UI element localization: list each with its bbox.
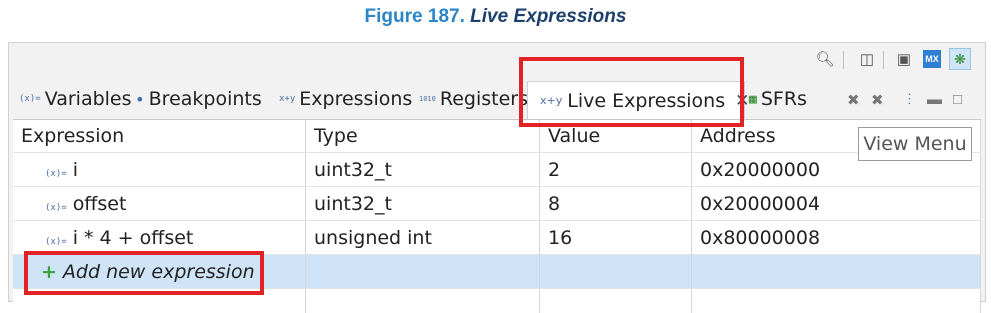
expression-cell: i * 4 + offset bbox=[72, 226, 194, 249]
figure-number: Figure 187. bbox=[364, 6, 465, 27]
close-icon[interactable]: ✕ bbox=[735, 91, 749, 111]
table-row[interactable]: (x)= i * 4 + offset unsigned int 16 0x800… bbox=[13, 220, 981, 255]
empty-row bbox=[13, 288, 981, 313]
view-menu-tooltip: View Menu bbox=[858, 127, 972, 161]
tab-live-expressions[interactable]: x+y Live Expressions ✕ bbox=[527, 81, 749, 119]
variables-icon: (x)= bbox=[19, 94, 41, 104]
table-header: Expression Type Value Address bbox=[13, 120, 981, 153]
display-icon[interactable]: ▣ bbox=[894, 49, 914, 69]
table-row[interactable]: (x)= offset uint32_t 8 0x20000004 bbox=[13, 186, 981, 221]
expression-cell: i bbox=[72, 158, 78, 181]
expressions-table-area: Expression Type Value Address (x)= i uint… bbox=[13, 119, 981, 313]
variable-icon: (x)= bbox=[45, 236, 67, 247]
mx-icon[interactable]: MX bbox=[923, 50, 941, 68]
add-new-expression-label: Add new expression bbox=[62, 260, 255, 283]
add-expression-row[interactable]: + Add new expression bbox=[13, 254, 981, 289]
remove-all-icon[interactable]: ✖︎ bbox=[871, 91, 884, 111]
column-value[interactable]: Value bbox=[539, 120, 692, 153]
tab-expressions-label: Expressions bbox=[299, 88, 413, 110]
top-toolbar: 🔍︎ ◫ ▣ MX ❋ bbox=[9, 43, 985, 77]
tab-sfrs[interactable]: ▦ SFRs bbox=[749, 85, 807, 113]
remove-icon[interactable]: ✖ bbox=[847, 91, 860, 111]
toolbar-separator bbox=[883, 51, 884, 69]
value-cell[interactable]: 16 bbox=[539, 220, 692, 255]
tab-breakpoints[interactable]: • Breakpoints bbox=[135, 85, 262, 113]
column-type[interactable]: Type bbox=[305, 120, 540, 153]
view-tabs: (x)= Variables • Breakpoints x+y Express… bbox=[9, 77, 985, 119]
address-cell: 0x80000008 bbox=[691, 220, 981, 255]
ide-panel: 🔍︎ ◫ ▣ MX ❋ (x)= Variables • Breakpoints… bbox=[8, 42, 986, 313]
view-menu-icon[interactable]: ⋮ bbox=[903, 91, 916, 111]
tab-breakpoints-label: Breakpoints bbox=[148, 88, 262, 110]
tab-variables[interactable]: (x)= Variables bbox=[19, 85, 132, 113]
figure-title: Figure 187. Live Expressions bbox=[0, 6, 991, 28]
tab-registers[interactable]: 1010 Registers bbox=[419, 85, 528, 113]
variable-icon: (x)= bbox=[45, 202, 67, 213]
breakpoints-icon: • bbox=[135, 89, 145, 109]
maximize-icon[interactable]: □ bbox=[953, 91, 962, 111]
value-cell[interactable]: 8 bbox=[539, 186, 692, 221]
tab-live-expressions-label: Live Expressions bbox=[567, 89, 726, 112]
column-expression[interactable]: Expression bbox=[13, 120, 306, 153]
type-cell: unsigned int bbox=[305, 220, 540, 255]
value-cell[interactable]: 2 bbox=[539, 152, 692, 187]
expression-cell: offset bbox=[72, 192, 127, 215]
debug-icon[interactable]: ❋ bbox=[949, 48, 971, 70]
tab-sfrs-label: SFRs bbox=[760, 88, 807, 110]
table-row[interactable]: (x)= i uint32_t 2 0x20000000 bbox=[13, 152, 981, 187]
plus-icon: + bbox=[41, 260, 57, 283]
sfrs-icon: ▦ bbox=[749, 91, 757, 107]
minimize-icon[interactable]: ▬ bbox=[927, 91, 942, 111]
tab-registers-label: Registers bbox=[439, 88, 528, 110]
tab-expressions[interactable]: x+y Expressions bbox=[279, 85, 412, 113]
tab-variables-label: Variables bbox=[44, 88, 132, 110]
toolbar-separator bbox=[843, 51, 844, 69]
address-cell: 0x20000004 bbox=[691, 186, 981, 221]
type-cell: uint32_t bbox=[305, 186, 540, 221]
registers-icon: 1010 bbox=[419, 95, 436, 103]
expressions-icon: x+y bbox=[279, 94, 296, 104]
type-cell: uint32_t bbox=[305, 152, 540, 187]
live-expressions-table: Expression Type Value Address (x)= i uint… bbox=[13, 120, 981, 313]
figure-caption: Live Expressions bbox=[470, 6, 627, 27]
new-view-icon[interactable]: ◫ bbox=[857, 49, 877, 69]
search-icon[interactable]: 🔍︎ bbox=[815, 49, 835, 69]
live-expressions-icon: x+y bbox=[540, 94, 563, 107]
variable-icon: (x)= bbox=[45, 168, 67, 179]
